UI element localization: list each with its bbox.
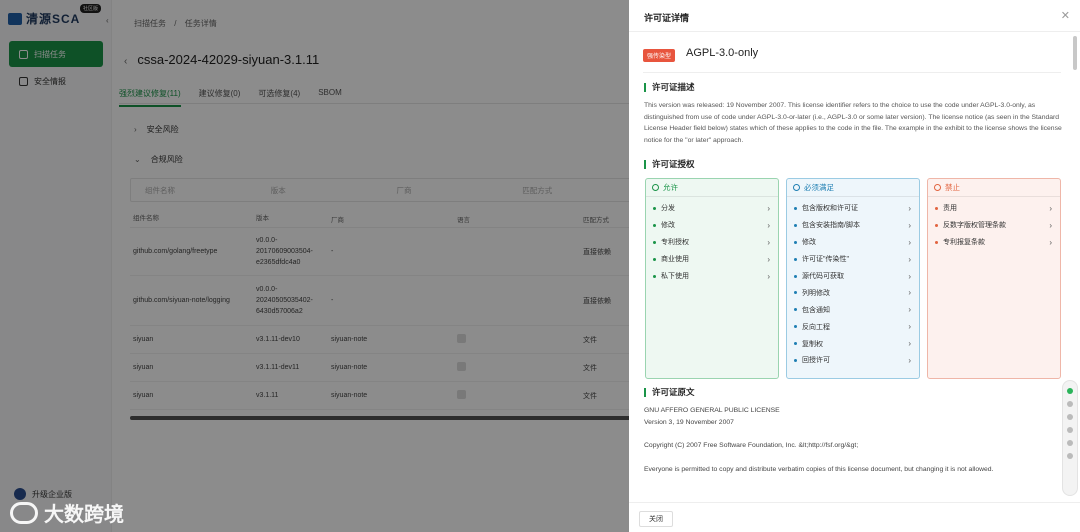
- watermark: 大数跨境: [10, 498, 124, 527]
- license-name: AGPL-3.0-only: [686, 47, 759, 59]
- tool-icon[interactable]: [1067, 440, 1073, 446]
- license-description: This version was released: 19 November 2…: [644, 102, 1062, 144]
- tool-icon[interactable]: [1067, 427, 1073, 433]
- permission-label: 商业使用: [661, 256, 689, 264]
- condition-item[interactable]: 源代码可获取 ›: [787, 268, 919, 285]
- info-circle-icon: [793, 184, 800, 191]
- condition-item[interactable]: 回授许可 ›: [787, 352, 919, 369]
- risk-badge: 强传染型: [643, 49, 676, 62]
- limitation-item[interactable]: 专利报复条款 ›: [928, 234, 1060, 251]
- chevron-right-icon: ›: [908, 271, 911, 281]
- chevron-right-icon: ›: [908, 322, 911, 332]
- chevron-right-icon: ›: [1049, 203, 1052, 213]
- condition-label: 许可证"传染性": [802, 256, 849, 264]
- condition-label: 复制权: [802, 340, 823, 348]
- limitations-card: 禁止 责用 › 反数字版权管理条款 › 专利报复条款 ›: [927, 178, 1061, 379]
- permissions-header: 允许: [646, 179, 778, 197]
- limitation-label: 责用: [943, 205, 957, 213]
- drawer-header: 许可证详情 ✕: [629, 0, 1080, 32]
- chevron-right-icon: ›: [767, 254, 770, 264]
- forbidden-icon: [934, 184, 941, 191]
- chevron-right-icon: ›: [1049, 237, 1052, 247]
- license-text-line: Copyright (C) 2007 Free Software Foundat…: [644, 442, 859, 449]
- limitations-header: 禁止: [928, 179, 1060, 197]
- permission-item[interactable]: 修改 ›: [646, 217, 778, 234]
- limitation-item[interactable]: 责用 ›: [928, 200, 1060, 217]
- limitation-label: 专利报复条款: [943, 239, 985, 247]
- condition-label: 包含通知: [802, 306, 830, 314]
- chevron-right-icon: ›: [767, 237, 770, 247]
- chevron-right-icon: ›: [908, 305, 911, 315]
- check-circle-icon: [652, 184, 659, 191]
- permission-label: 修改: [661, 222, 675, 230]
- limitation-label: 反数字版权管理条款: [943, 222, 1006, 230]
- condition-item[interactable]: 包含版权和许可证 ›: [787, 200, 919, 217]
- permission-item[interactable]: 私下使用 ›: [646, 268, 778, 285]
- permission-label: 专利授权: [661, 239, 689, 247]
- chevron-right-icon: ›: [908, 339, 911, 349]
- condition-label: 列明修改: [802, 289, 830, 297]
- permission-item[interactable]: 商业使用 ›: [646, 251, 778, 268]
- section-heading-grants: 许可证授权: [644, 160, 695, 169]
- floating-toolbar: [1062, 380, 1078, 496]
- chevron-right-icon: ›: [908, 237, 911, 247]
- tool-icon[interactable]: [1067, 453, 1073, 459]
- permission-label: 分发: [661, 205, 675, 213]
- close-button[interactable]: 关闭: [639, 511, 673, 527]
- close-icon[interactable]: ✕: [1061, 9, 1070, 22]
- drawer-scrollbar-thumb[interactable]: [1073, 36, 1077, 70]
- limitations-title: 禁止: [945, 183, 960, 192]
- license-text-line: GNU AFFERO GENERAL PUBLIC LICENSE: [644, 407, 780, 414]
- chevron-right-icon: ›: [767, 271, 770, 281]
- condition-label: 回授许可: [802, 357, 830, 365]
- conditions-title: 必须满足: [804, 183, 834, 192]
- tool-icon[interactable]: [1067, 414, 1073, 420]
- permissions-title: 允许: [663, 183, 678, 192]
- condition-label: 包含版权和许可证: [802, 205, 858, 213]
- license-text-line: Everyone is permitted to copy and distri…: [644, 465, 994, 473]
- watermark-logo-icon: [10, 501, 38, 524]
- condition-label: 修改: [802, 239, 816, 247]
- tool-icon[interactable]: [1067, 401, 1073, 407]
- condition-item[interactable]: 复制权 ›: [787, 335, 919, 352]
- license-text-line: Version 3, 19 November 2007: [644, 418, 734, 426]
- permission-item[interactable]: 分发 ›: [646, 200, 778, 217]
- chevron-right-icon: ›: [767, 220, 770, 230]
- chevron-right-icon: ›: [908, 355, 911, 365]
- drawer-footer: 关闭: [629, 502, 1080, 532]
- permissions-card: 允许 分发 › 修改 › 专利授权 › 商业使用 › 私下使用 ›: [645, 178, 779, 379]
- drawer-title: 许可证详情: [644, 13, 690, 23]
- section-heading-description: 许可证描述: [644, 83, 695, 92]
- condition-item[interactable]: 许可证"传染性" ›: [787, 251, 919, 268]
- license-detail-drawer: 许可证详情 ✕ 强传染型 AGPL-3.0-only 许可证描述 This ve…: [629, 0, 1080, 532]
- condition-label: 包含安装指南/脚本: [802, 222, 860, 230]
- chevron-right-icon: ›: [908, 203, 911, 213]
- section-heading-original-text: 许可证原文: [644, 388, 695, 397]
- limitation-item[interactable]: 反数字版权管理条款 ›: [928, 217, 1060, 234]
- license-original-text: GNU AFFERO GENERAL PUBLIC LICENSE Versio…: [644, 405, 1062, 487]
- condition-label: 反向工程: [802, 323, 830, 331]
- chevron-right-icon: ›: [767, 203, 770, 213]
- chevron-right-icon: ›: [908, 288, 911, 298]
- conditions-card: 必须满足 包含版权和许可证 › 包含安装指南/脚本 › 修改 › 许可证"传染性" › …: [786, 178, 920, 379]
- shield-icon[interactable]: [1067, 388, 1073, 394]
- conditions-header: 必须满足: [787, 179, 919, 197]
- permission-label: 私下使用: [661, 273, 689, 280]
- condition-item[interactable]: 列明修改 ›: [787, 284, 919, 301]
- condition-item[interactable]: 修改 ›: [787, 234, 919, 251]
- watermark-text: 大数跨境: [44, 504, 124, 526]
- chevron-right-icon: ›: [1049, 220, 1052, 230]
- condition-item[interactable]: 包含通知 ›: [787, 301, 919, 318]
- condition-item[interactable]: 包含安装指南/脚本 ›: [787, 217, 919, 234]
- permission-item[interactable]: 专利授权 ›: [646, 234, 778, 251]
- condition-label: 源代码可获取: [802, 273, 844, 280]
- chevron-right-icon: ›: [908, 254, 911, 264]
- condition-item[interactable]: 反向工程 ›: [787, 318, 919, 335]
- chevron-right-icon: ›: [908, 220, 911, 230]
- divider: [643, 72, 1061, 73]
